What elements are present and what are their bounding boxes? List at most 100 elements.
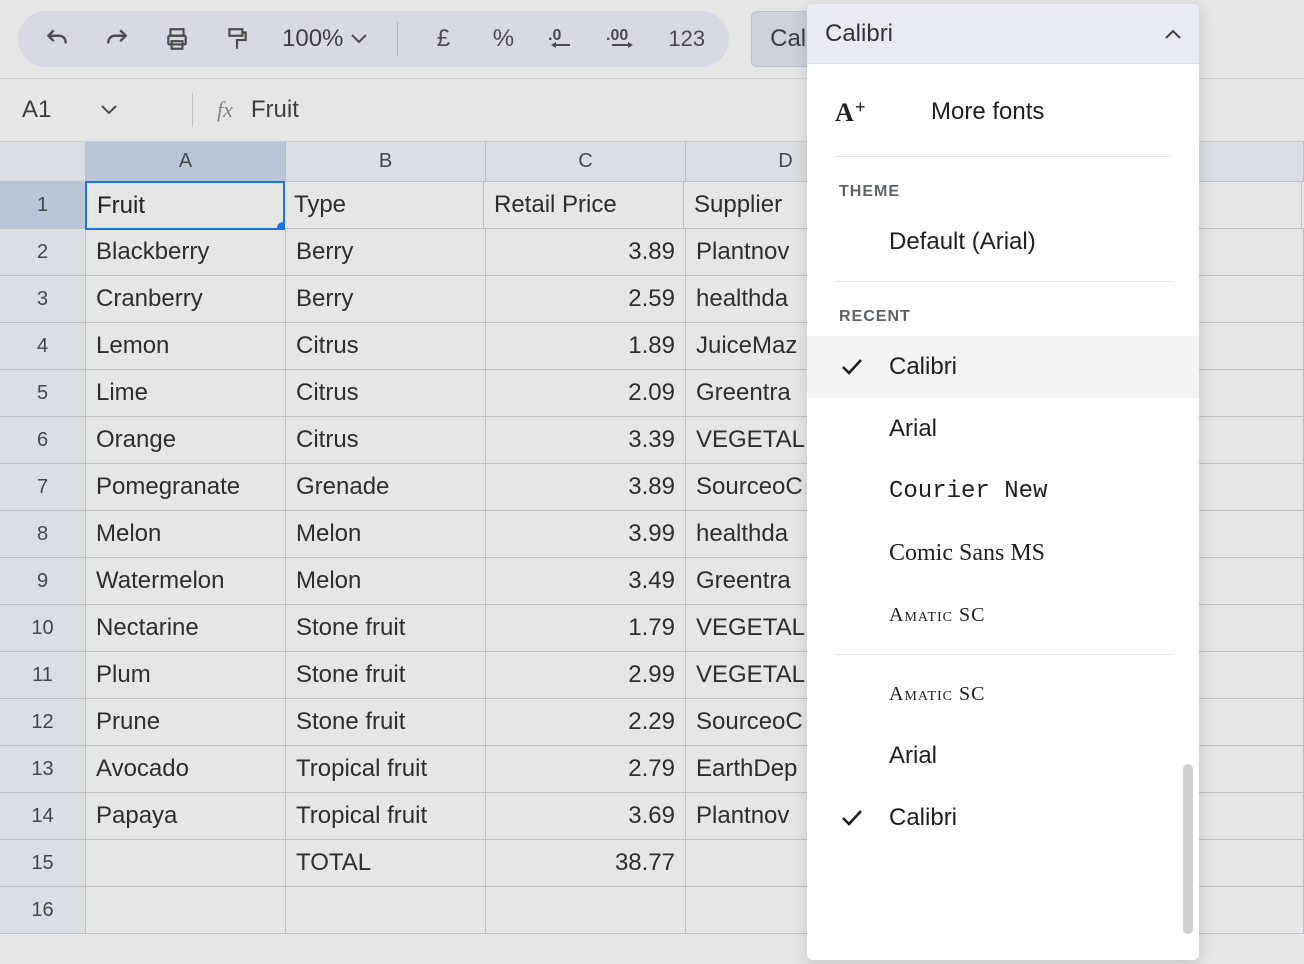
- cell[interactable]: 3.99: [486, 511, 686, 557]
- row-header[interactable]: 3: [0, 276, 86, 322]
- row-header[interactable]: 16: [0, 887, 86, 933]
- cell[interactable]: Type: [284, 182, 484, 228]
- row-header[interactable]: 4: [0, 323, 86, 369]
- cell[interactable]: Melon: [86, 511, 286, 557]
- font-label: Arial: [889, 742, 937, 770]
- cell[interactable]: 3.69: [486, 793, 686, 839]
- cell[interactable]: Lemon: [86, 323, 286, 369]
- cell[interactable]: Nectarine: [86, 605, 286, 651]
- row-header[interactable]: 7: [0, 464, 86, 510]
- row-header[interactable]: 9: [0, 558, 86, 604]
- row-header[interactable]: 5: [0, 370, 86, 416]
- row-header[interactable]: 2: [0, 229, 86, 275]
- cell[interactable]: Grenade: [286, 464, 486, 510]
- row-header[interactable]: 10: [0, 605, 86, 651]
- more-fonts-item[interactable]: A+ More fonts: [807, 76, 1199, 148]
- cell[interactable]: Papaya: [86, 793, 286, 839]
- cell[interactable]: 2.09: [486, 370, 686, 416]
- currency-button[interactable]: £: [422, 18, 464, 60]
- cell[interactable]: [286, 887, 486, 933]
- cell[interactable]: Melon: [286, 511, 486, 557]
- row-header[interactable]: 12: [0, 699, 86, 745]
- cell[interactable]: Stone fruit: [286, 605, 486, 651]
- cell[interactable]: Stone fruit: [286, 652, 486, 698]
- cell[interactable]: 2.99: [486, 652, 686, 698]
- select-all-corner[interactable]: [0, 142, 86, 181]
- cell[interactable]: Stone fruit: [286, 699, 486, 745]
- font-panel-header[interactable]: Calibri: [807, 4, 1199, 64]
- cell[interactable]: Berry: [286, 229, 486, 275]
- cell[interactable]: Cranberry: [86, 276, 286, 322]
- cell[interactable]: 3.49: [486, 558, 686, 604]
- row-header[interactable]: 13: [0, 746, 86, 792]
- cell[interactable]: 3.89: [486, 229, 686, 275]
- font-label: Amatic SC: [889, 683, 985, 706]
- cell[interactable]: Pomegranate: [86, 464, 286, 510]
- cell[interactable]: 3.39: [486, 417, 686, 463]
- cell[interactable]: [86, 887, 286, 933]
- formula-input[interactable]: Fruit: [251, 96, 299, 124]
- cell[interactable]: 3.89: [486, 464, 686, 510]
- cell[interactable]: Watermelon: [86, 558, 286, 604]
- cell[interactable]: Lime: [86, 370, 286, 416]
- font-arial[interactable]: Arial: [807, 725, 1199, 787]
- cell[interactable]: 38.77: [486, 840, 686, 886]
- cell[interactable]: 2.79: [486, 746, 686, 792]
- print-button[interactable]: [156, 18, 198, 60]
- row-header[interactable]: 6: [0, 417, 86, 463]
- dropdown-icon: [351, 34, 367, 44]
- cell[interactable]: 1.89: [486, 323, 686, 369]
- font-amatic-sc[interactable]: Amatic SC: [807, 663, 1199, 725]
- more-formats-button[interactable]: 123: [662, 18, 711, 60]
- paint-format-button[interactable]: [216, 18, 258, 60]
- row-header[interactable]: 1: [0, 182, 86, 228]
- cell[interactable]: Retail Price: [484, 182, 684, 228]
- cell[interactable]: Plum: [86, 652, 286, 698]
- increase-decimal-button[interactable]: .00: [602, 18, 644, 60]
- decrease-decimal-button[interactable]: .0: [542, 18, 584, 60]
- row-header[interactable]: 14: [0, 793, 86, 839]
- cell[interactable]: Citrus: [286, 370, 486, 416]
- cell[interactable]: Citrus: [286, 417, 486, 463]
- cell[interactable]: 2.59: [486, 276, 686, 322]
- cell[interactable]: Avocado: [86, 746, 286, 792]
- column-header-b[interactable]: B: [286, 142, 486, 181]
- cell[interactable]: Blackberry: [86, 229, 286, 275]
- cell[interactable]: TOTAL: [286, 840, 486, 886]
- theme-font-default[interactable]: Default (Arial): [807, 211, 1199, 273]
- recent-font-comic-sans[interactable]: Comic Sans MS: [807, 522, 1199, 584]
- cell[interactable]: Tropical fruit: [286, 793, 486, 839]
- selection-handle[interactable]: [277, 222, 285, 230]
- font-label: Amatic SC: [889, 604, 985, 627]
- zoom-dropdown[interactable]: 100%: [276, 25, 373, 53]
- scrollbar-thumb[interactable]: [1183, 764, 1193, 934]
- recent-font-calibri[interactable]: Calibri: [807, 336, 1199, 398]
- cell[interactable]: Citrus: [286, 323, 486, 369]
- undo-button[interactable]: [36, 18, 78, 60]
- chevron-up-icon: [1165, 29, 1181, 39]
- row-header[interactable]: 11: [0, 652, 86, 698]
- cell[interactable]: 2.29: [486, 699, 686, 745]
- recent-font-arial[interactable]: Arial: [807, 398, 1199, 460]
- recent-font-amatic-sc[interactable]: Amatic SC: [807, 584, 1199, 646]
- cell[interactable]: Prune: [86, 699, 286, 745]
- cell[interactable]: Melon: [286, 558, 486, 604]
- row-header[interactable]: 15: [0, 840, 86, 886]
- cell[interactable]: Tropical fruit: [286, 746, 486, 792]
- recent-font-courier-new[interactable]: Courier New: [807, 460, 1199, 522]
- recent-section-label: RECENT: [807, 290, 1199, 336]
- cell[interactable]: [86, 840, 286, 886]
- redo-button[interactable]: [96, 18, 138, 60]
- name-box[interactable]: A1: [22, 96, 182, 124]
- percent-button[interactable]: %: [482, 18, 524, 60]
- separator: [397, 22, 398, 56]
- column-header-a[interactable]: A: [86, 142, 286, 181]
- cell[interactable]: 1.79: [486, 605, 686, 651]
- column-header-c[interactable]: C: [486, 142, 686, 181]
- font-calibri[interactable]: Calibri: [807, 787, 1199, 849]
- cell[interactable]: Berry: [286, 276, 486, 322]
- cell[interactable]: [486, 887, 686, 933]
- row-header[interactable]: 8: [0, 511, 86, 557]
- cell[interactable]: Fruit: [85, 181, 285, 230]
- cell[interactable]: Orange: [86, 417, 286, 463]
